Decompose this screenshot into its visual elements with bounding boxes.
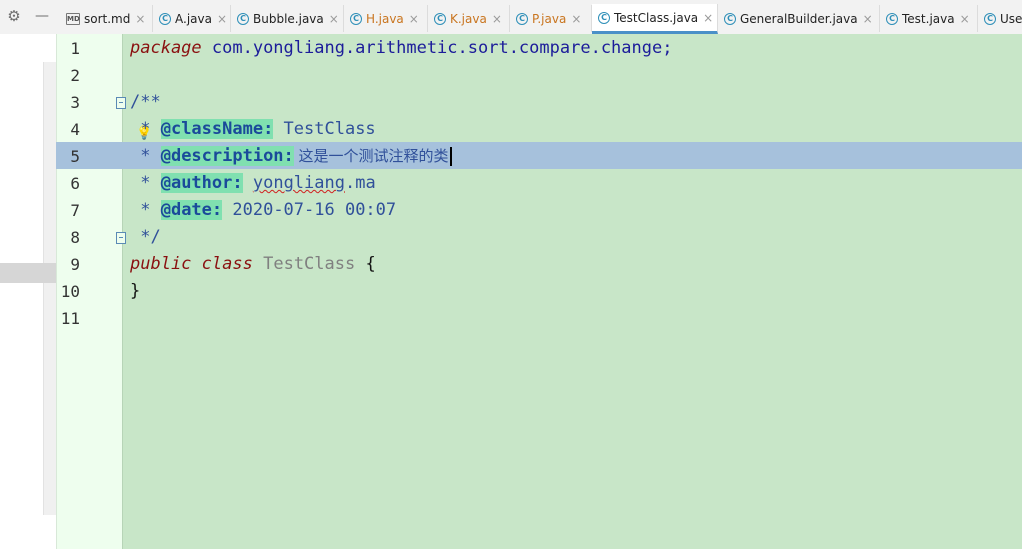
tab-bubble-java[interactable]: C Bubble.java × xyxy=(231,5,344,32)
doc-comment-open: /** xyxy=(130,92,161,112)
tab-label: A.java xyxy=(175,11,212,26)
close-icon[interactable]: × xyxy=(863,12,873,26)
doc-tag: @date: xyxy=(160,200,223,220)
tab-label: P.java xyxy=(532,11,567,26)
tab-test-java[interactable]: C Test.java × xyxy=(880,5,978,32)
close-icon[interactable]: × xyxy=(329,12,339,26)
spelling-warning[interactable]: yongliang xyxy=(253,173,345,193)
java-class-icon: C xyxy=(516,12,528,25)
code-line-10: } xyxy=(130,278,140,305)
line-number: 3 xyxy=(70,93,80,112)
tab-testclass-java[interactable]: C TestClass.java × xyxy=(592,4,718,34)
java-class-icon: C xyxy=(434,12,446,25)
line-number: 8 xyxy=(70,228,80,247)
code-line-8: */ xyxy=(130,224,161,251)
line-number: 7 xyxy=(70,201,80,220)
fold-collapse-icon[interactable] xyxy=(116,97,126,109)
tool-strip: ⚙ — xyxy=(0,0,56,35)
panel-selection-marker xyxy=(0,263,56,283)
doc-value: 这是一个测试注释的类 xyxy=(293,147,449,165)
tab-label: H.java xyxy=(366,11,404,26)
tab-h-java[interactable]: C H.java × xyxy=(344,5,428,32)
code-line-6: * @author: yongliang.ma xyxy=(130,170,376,197)
java-class-icon: C xyxy=(237,12,249,25)
tab-label: Test.java xyxy=(902,11,955,26)
tab-generalbuilder-java[interactable]: C GeneralBuilder.java × xyxy=(718,5,880,32)
keyword: public xyxy=(130,254,192,274)
keyword: package xyxy=(130,38,202,58)
tab-label: TestClass.java xyxy=(614,10,699,25)
tab-label: GeneralBuilder.java xyxy=(740,11,858,26)
tab-use-truncated[interactable]: C Use xyxy=(978,5,1022,32)
line-number: 1 xyxy=(70,39,80,58)
close-icon[interactable]: × xyxy=(703,11,713,25)
tab-sort-md[interactable]: MD sort.md × xyxy=(60,5,153,32)
code-editor[interactable] xyxy=(123,34,1022,549)
doc-tag: @author: xyxy=(160,173,243,193)
code-line-4: * @className: TestClass xyxy=(130,116,376,143)
editor-tab-bar: MD sort.md × C A.java × C Bubble.java × … xyxy=(56,0,1022,35)
doc-star: * xyxy=(130,119,161,139)
tab-label: sort.md xyxy=(84,11,131,26)
doc-value: TestClass xyxy=(273,119,376,139)
line-number: 5 xyxy=(70,147,80,166)
tab-label: Bubble.java xyxy=(253,11,324,26)
doc-star: * xyxy=(130,173,161,193)
java-class-icon: C xyxy=(984,12,996,25)
close-icon[interactable]: × xyxy=(217,12,227,26)
left-panel-strip xyxy=(0,34,56,549)
tab-a-java[interactable]: C A.java × xyxy=(153,5,231,32)
fold-end-icon[interactable] xyxy=(116,232,126,244)
java-class-icon: C xyxy=(886,12,898,25)
doc-tag: @className: xyxy=(160,119,274,139)
line-number: 9 xyxy=(70,255,80,274)
code-line-5: * @description: 这是一个测试注释的类 xyxy=(130,143,452,170)
close-icon[interactable]: × xyxy=(492,12,502,26)
java-class-icon: C xyxy=(724,12,736,25)
brace: } xyxy=(130,281,141,301)
code-line-1: package com.yongliang.arithmetic.sort.co… xyxy=(130,35,672,62)
brace: { xyxy=(355,254,376,274)
doc-comment-close: */ xyxy=(130,227,161,247)
code-line-3: /** xyxy=(130,89,161,116)
java-class-icon: C xyxy=(598,11,610,24)
line-number: 4 xyxy=(70,120,80,139)
java-class-icon: C xyxy=(350,12,362,25)
keyword: class xyxy=(201,254,253,274)
class-name: TestClass xyxy=(263,254,356,274)
doc-tag: @description: xyxy=(160,146,294,166)
code-line-7: * @date: 2020-07-16 00:07 xyxy=(130,197,396,224)
panel-edge xyxy=(43,62,56,515)
package-name: com.yongliang.arithmetic.sort.compare.ch… xyxy=(201,38,673,58)
code-line-9: public class TestClass { xyxy=(130,251,376,278)
close-icon[interactable]: × xyxy=(571,12,581,26)
doc-star: * xyxy=(130,200,161,220)
doc-star: * xyxy=(130,146,161,166)
doc-value: .ma xyxy=(344,173,376,193)
line-number: 6 xyxy=(70,174,80,193)
text-caret xyxy=(449,146,452,166)
line-number: 11 xyxy=(60,309,80,328)
doc-value: 2020-07-16 00:07 xyxy=(222,200,397,220)
doc-value-space xyxy=(243,173,253,193)
close-icon[interactable]: × xyxy=(960,12,970,26)
line-number: 2 xyxy=(70,66,80,85)
tab-p-java[interactable]: C P.java × xyxy=(510,5,592,32)
markdown-file-icon: MD xyxy=(66,12,80,25)
tab-label: K.java xyxy=(450,11,487,26)
line-number: 10 xyxy=(60,282,80,301)
java-class-icon: C xyxy=(159,12,171,25)
minimize-icon[interactable]: — xyxy=(34,8,50,24)
tab-k-java[interactable]: C K.java × xyxy=(428,5,510,32)
gear-icon[interactable]: ⚙ xyxy=(6,8,22,24)
close-icon[interactable]: × xyxy=(135,12,145,26)
tab-label: Use xyxy=(1000,11,1022,26)
close-icon[interactable]: × xyxy=(409,12,419,26)
